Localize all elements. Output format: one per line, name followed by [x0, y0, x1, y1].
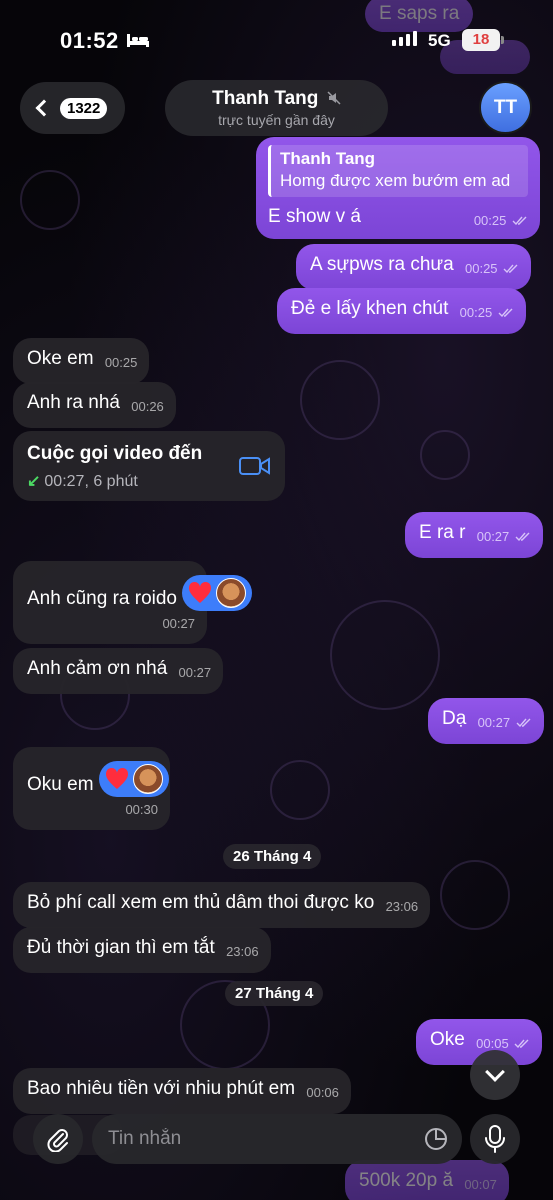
read-ticks-icon — [515, 532, 530, 541]
muted-icon — [327, 91, 341, 105]
reactor-avatar — [132, 764, 163, 794]
message-time: 00:07 — [464, 1177, 497, 1192]
reply-text: Homg được xem bướm em ad — [280, 171, 511, 190]
incoming-call-arrow-icon: ↙ — [27, 473, 41, 490]
message-bubble-incoming[interactable]: Đủ thời gian thì em tắt 23:06 — [13, 927, 271, 973]
wallpaper-doodle — [440, 860, 510, 930]
message-text: Anh cảm ơn nhá — [27, 658, 168, 679]
chevron-left-icon — [35, 99, 53, 117]
message-time: 00:05 — [476, 1036, 509, 1051]
back-button[interactable]: 1322 — [20, 82, 125, 134]
wallpaper-doodle — [330, 600, 440, 710]
message-time: 23:06 — [385, 899, 419, 914]
message-bubble-incoming[interactable]: Anh cảm ơn nhá 00:27 — [13, 648, 224, 694]
wallpaper-doodle — [270, 760, 330, 820]
microphone-icon — [485, 1125, 505, 1153]
scroll-to-bottom-button[interactable] — [470, 1050, 520, 1100]
message-time: 00:30 — [125, 802, 158, 817]
attach-button[interactable] — [33, 1114, 83, 1164]
message-time: 00:06 — [306, 1085, 339, 1100]
message-bubble-outgoing[interactable]: E ra r 00:27 — [405, 512, 543, 558]
message-time: 00:27 — [476, 529, 510, 544]
message-bubble-incoming[interactable]: Anh ra nhá 00:26 — [13, 382, 176, 428]
signal-icon — [392, 31, 417, 46]
message-bubble-outgoing[interactable]: Dạ 00:27 — [428, 698, 544, 744]
call-details: 00:27, 6 phút — [44, 473, 138, 490]
message-text: E ra r — [419, 522, 466, 543]
read-ticks-icon — [516, 718, 531, 727]
wallpaper-doodle — [20, 170, 80, 230]
message-text: Bao nhiêu tiền với nhiu phút em — [27, 1078, 296, 1099]
message-text: Oke — [430, 1029, 465, 1050]
contact-name: Thanh Tang — [212, 88, 319, 109]
message-bubble-outgoing[interactable]: A sựpws ra chưa 00:25 — [296, 244, 532, 290]
read-ticks-icon — [503, 264, 518, 273]
microphone-button[interactable] — [470, 1114, 520, 1164]
message-time: 00:25 — [459, 305, 493, 320]
paperclip-icon — [47, 1129, 68, 1152]
message-text: Bỏ phí call xem em thủ dâm thoi được ko — [27, 892, 375, 913]
video-camera-icon[interactable] — [239, 455, 271, 477]
message-time: 00:26 — [131, 399, 164, 414]
message-bubble-outgoing[interactable]: Thanh Tang Homg được xem bướm em ad E sh… — [256, 137, 540, 239]
message-text: Anh cũng ra roido — [27, 588, 177, 609]
message-text: 500k 20p ă — [359, 1170, 454, 1191]
date-separator: 26 Tháng 4 — [223, 844, 322, 869]
message-text: A sựpws ra chưa — [310, 254, 454, 275]
video-call-message[interactable]: Cuộc gọi video đến ↙ 00:27, 6 phút — [13, 431, 285, 501]
message-time: 00:25 — [104, 355, 138, 370]
message-bubble-incoming[interactable]: Oku em 00:30 — [13, 747, 170, 830]
message-bubble-outgoing[interactable]: Đẻ e lấy khen chút 00:25 — [277, 288, 526, 334]
message-input-container[interactable] — [92, 1114, 462, 1164]
message-time: 23:06 — [226, 944, 259, 959]
heart-reaction-icon — [105, 768, 128, 789]
sleep-mode-icon — [127, 34, 149, 47]
wallpaper-doodle — [420, 430, 470, 480]
reply-author: Thanh Tang — [280, 149, 376, 168]
message-bubble-outgoing[interactable]: 500k 20p ă 00:07 — [345, 1160, 509, 1200]
message-time: 00:25 — [473, 213, 507, 228]
read-ticks-icon — [514, 1039, 529, 1048]
status-bar: 01:52 5G 18 — [0, 0, 553, 80]
message-text: Đủ thời gian thì em tắt — [27, 937, 215, 958]
network-type: 5G — [428, 31, 451, 50]
message-text: Anh ra nhá — [27, 392, 120, 413]
reactions-pill[interactable] — [182, 575, 253, 611]
message-time: 00:25 — [465, 261, 498, 276]
message-text: Oku em — [27, 774, 94, 795]
message-time: 00:27 — [178, 665, 212, 680]
read-ticks-icon — [512, 216, 527, 225]
call-title: Cuộc gọi video đến — [27, 443, 203, 464]
heart-reaction-icon — [189, 582, 212, 603]
chat-title[interactable]: Thanh Tang trực tuyến gần đây — [165, 80, 388, 136]
read-ticks-icon — [498, 308, 513, 317]
message-bubble-incoming[interactable]: Bao nhiêu tiền với nhiu phút em 00:06 — [13, 1068, 351, 1114]
date-separator: 27 Tháng 4 — [225, 981, 324, 1006]
message-time: 00:27 — [162, 616, 195, 631]
unread-count-badge: 1322 — [60, 97, 108, 119]
message-time: 00:27 — [477, 715, 511, 730]
contact-avatar[interactable]: TT — [479, 81, 532, 134]
message-text: Dạ — [442, 708, 467, 729]
reply-quote[interactable]: Thanh Tang Homg được xem bướm em ad — [268, 145, 528, 197]
message-text: Đẻ e lấy khen chút — [291, 298, 449, 319]
message-text: E show v á — [268, 206, 361, 227]
last-seen-status: trực tuyến gần đây — [218, 112, 335, 128]
reactor-avatar — [216, 578, 247, 608]
wallpaper-doodle — [300, 360, 380, 440]
message-bubble-incoming[interactable]: Bỏ phí call xem em thủ dâm thoi được ko … — [13, 882, 431, 928]
status-time: 01:52 — [60, 28, 119, 53]
sticker-icon[interactable] — [424, 1127, 448, 1151]
message-input[interactable] — [108, 1128, 408, 1150]
message-text: Oke em — [27, 348, 94, 369]
battery-indicator: 18 — [462, 29, 504, 51]
reactions-pill[interactable] — [98, 761, 169, 797]
message-bubble-incoming[interactable]: Oke em 00:25 — [13, 338, 150, 384]
chevron-down-icon — [485, 1062, 505, 1082]
message-bubble-incoming[interactable]: Anh cũng ra roido 00:27 — [13, 561, 253, 644]
